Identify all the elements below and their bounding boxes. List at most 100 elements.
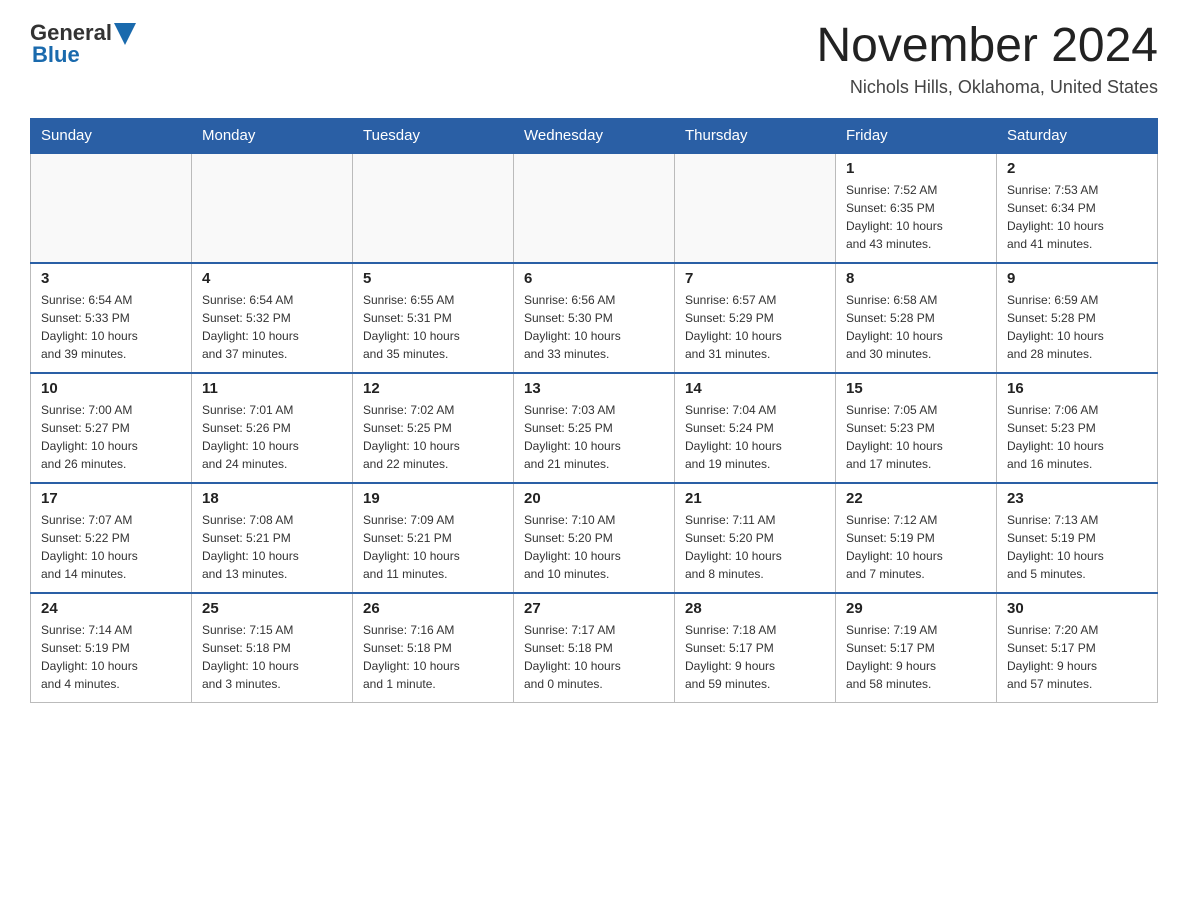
weekday-header-monday: Monday xyxy=(192,118,353,153)
calendar-cell: 27 Sunrise: 7:17 AM Sunset: 5:18 PM Dayli… xyxy=(514,593,675,703)
calendar-cell: 20Sunrise: 7:10 AM Sunset: 5:20 PM Dayli… xyxy=(514,483,675,593)
calendar-cell: 9 Sunrise: 6:59 AM Sunset: 5:28 PM Daylig… xyxy=(997,263,1158,373)
day-number: 1 xyxy=(846,160,986,177)
header: General Blue November 2024 Nichols Hills… xyxy=(30,20,1158,98)
day-info: Sunrise: 7:11 AM Sunset: 5:20 PM Dayligh… xyxy=(685,511,825,583)
day-number: 26 xyxy=(363,600,503,617)
calendar-table: SundayMondayTuesdayWednesdayThursdayFrid… xyxy=(30,118,1158,704)
week-row-3: 10Sunrise: 7:00 AM Sunset: 5:27 PM Dayli… xyxy=(31,373,1158,483)
calendar-cell: 12 Sunrise: 7:02 AM Sunset: 5:25 PM Dayli… xyxy=(353,373,514,483)
day-number: 3 xyxy=(41,270,181,287)
day-number: 22 xyxy=(846,490,986,507)
day-info: Sunrise: 7:04 AM Sunset: 5:24 PM Dayligh… xyxy=(685,401,825,473)
calendar-cell: 29Sunrise: 7:19 AM Sunset: 5:17 PM Dayli… xyxy=(836,593,997,703)
day-number: 9 xyxy=(1007,270,1147,287)
day-info: Sunrise: 7:00 AM Sunset: 5:27 PM Dayligh… xyxy=(41,401,181,473)
day-number: 11 xyxy=(202,380,342,397)
day-number: 15 xyxy=(846,380,986,397)
calendar-cell: 7 Sunrise: 6:57 AM Sunset: 5:29 PM Daylig… xyxy=(675,263,836,373)
day-info: Sunrise: 6:54 AM Sunset: 5:32 PM Dayligh… xyxy=(202,291,342,363)
weekday-header-sunday: Sunday xyxy=(31,118,192,153)
calendar-cell: 13 Sunrise: 7:03 AM Sunset: 5:25 PM Dayli… xyxy=(514,373,675,483)
day-number: 4 xyxy=(202,270,342,287)
calendar-cell: 6 Sunrise: 6:56 AM Sunset: 5:30 PM Daylig… xyxy=(514,263,675,373)
day-number: 27 xyxy=(524,600,664,617)
month-title: November 2024 xyxy=(816,20,1158,73)
calendar-cell: 11Sunrise: 7:01 AM Sunset: 5:26 PM Dayli… xyxy=(192,373,353,483)
calendar-cell: 2 Sunrise: 7:53 AM Sunset: 6:34 PM Daylig… xyxy=(997,153,1158,263)
day-number: 16 xyxy=(1007,380,1147,397)
calendar-cell: 1 Sunrise: 7:52 AM Sunset: 6:35 PM Daylig… xyxy=(836,153,997,263)
weekday-header-friday: Friday xyxy=(836,118,997,153)
day-number: 2 xyxy=(1007,160,1147,177)
day-info: Sunrise: 7:19 AM Sunset: 5:17 PM Dayligh… xyxy=(846,621,986,693)
calendar-cell xyxy=(675,153,836,263)
day-info: Sunrise: 6:59 AM Sunset: 5:28 PM Dayligh… xyxy=(1007,291,1147,363)
week-row-1: 1 Sunrise: 7:52 AM Sunset: 6:35 PM Daylig… xyxy=(31,153,1158,263)
week-row-5: 24 Sunrise: 7:14 AM Sunset: 5:19 PM Dayli… xyxy=(31,593,1158,703)
calendar-cell: 8 Sunrise: 6:58 AM Sunset: 5:28 PM Daylig… xyxy=(836,263,997,373)
day-number: 21 xyxy=(685,490,825,507)
calendar-cell: 18 Sunrise: 7:08 AM Sunset: 5:21 PM Dayli… xyxy=(192,483,353,593)
day-info: Sunrise: 6:58 AM Sunset: 5:28 PM Dayligh… xyxy=(846,291,986,363)
calendar-cell: 10Sunrise: 7:00 AM Sunset: 5:27 PM Dayli… xyxy=(31,373,192,483)
day-info: Sunrise: 6:55 AM Sunset: 5:31 PM Dayligh… xyxy=(363,291,503,363)
day-info: Sunrise: 7:13 AM Sunset: 5:19 PM Dayligh… xyxy=(1007,511,1147,583)
calendar-cell: 16 Sunrise: 7:06 AM Sunset: 5:23 PM Dayli… xyxy=(997,373,1158,483)
weekday-header-tuesday: Tuesday xyxy=(353,118,514,153)
calendar-cell: 5Sunrise: 6:55 AM Sunset: 5:31 PM Daylig… xyxy=(353,263,514,373)
weekday-header-saturday: Saturday xyxy=(997,118,1158,153)
week-row-4: 17 Sunrise: 7:07 AM Sunset: 5:22 PM Dayli… xyxy=(31,483,1158,593)
day-info: Sunrise: 7:07 AM Sunset: 5:22 PM Dayligh… xyxy=(41,511,181,583)
weekday-header-row: SundayMondayTuesdayWednesdayThursdayFrid… xyxy=(31,118,1158,153)
location-title: Nichols Hills, Oklahoma, United States xyxy=(816,77,1158,98)
day-info: Sunrise: 6:57 AM Sunset: 5:29 PM Dayligh… xyxy=(685,291,825,363)
calendar-cell: 19 Sunrise: 7:09 AM Sunset: 5:21 PM Dayli… xyxy=(353,483,514,593)
day-info: Sunrise: 7:12 AM Sunset: 5:19 PM Dayligh… xyxy=(846,511,986,583)
day-number: 6 xyxy=(524,270,664,287)
day-number: 28 xyxy=(685,600,825,617)
day-info: Sunrise: 6:56 AM Sunset: 5:30 PM Dayligh… xyxy=(524,291,664,363)
day-number: 7 xyxy=(685,270,825,287)
calendar-cell: 26Sunrise: 7:16 AM Sunset: 5:18 PM Dayli… xyxy=(353,593,514,703)
calendar-cell: 17 Sunrise: 7:07 AM Sunset: 5:22 PM Dayli… xyxy=(31,483,192,593)
calendar-cell: 25Sunrise: 7:15 AM Sunset: 5:18 PM Dayli… xyxy=(192,593,353,703)
calendar-cell xyxy=(31,153,192,263)
day-info: Sunrise: 7:14 AM Sunset: 5:19 PM Dayligh… xyxy=(41,621,181,693)
weekday-header-wednesday: Wednesday xyxy=(514,118,675,153)
day-info: Sunrise: 7:17 AM Sunset: 5:18 PM Dayligh… xyxy=(524,621,664,693)
day-number: 30 xyxy=(1007,600,1147,617)
weekday-header-thursday: Thursday xyxy=(675,118,836,153)
logo-blue-text: Blue xyxy=(32,42,80,68)
calendar-cell: 22 Sunrise: 7:12 AM Sunset: 5:19 PM Dayli… xyxy=(836,483,997,593)
title-area: November 2024 Nichols Hills, Oklahoma, U… xyxy=(816,20,1158,98)
day-info: Sunrise: 7:08 AM Sunset: 5:21 PM Dayligh… xyxy=(202,511,342,583)
day-info: Sunrise: 7:53 AM Sunset: 6:34 PM Dayligh… xyxy=(1007,181,1147,253)
calendar-cell: 23 Sunrise: 7:13 AM Sunset: 5:19 PM Dayli… xyxy=(997,483,1158,593)
day-info: Sunrise: 7:10 AM Sunset: 5:20 PM Dayligh… xyxy=(524,511,664,583)
calendar-cell: 30Sunrise: 7:20 AM Sunset: 5:17 PM Dayli… xyxy=(997,593,1158,703)
day-info: Sunrise: 7:02 AM Sunset: 5:25 PM Dayligh… xyxy=(363,401,503,473)
day-number: 14 xyxy=(685,380,825,397)
day-number: 13 xyxy=(524,380,664,397)
day-info: Sunrise: 7:52 AM Sunset: 6:35 PM Dayligh… xyxy=(846,181,986,253)
day-number: 8 xyxy=(846,270,986,287)
day-info: Sunrise: 7:05 AM Sunset: 5:23 PM Dayligh… xyxy=(846,401,986,473)
calendar-cell: 14 Sunrise: 7:04 AM Sunset: 5:24 PM Dayli… xyxy=(675,373,836,483)
day-info: Sunrise: 7:09 AM Sunset: 5:21 PM Dayligh… xyxy=(363,511,503,583)
calendar-cell: 4 Sunrise: 6:54 AM Sunset: 5:32 PM Daylig… xyxy=(192,263,353,373)
calendar-cell: 28 Sunrise: 7:18 AM Sunset: 5:17 PM Dayli… xyxy=(675,593,836,703)
day-number: 19 xyxy=(363,490,503,507)
day-number: 24 xyxy=(41,600,181,617)
day-number: 12 xyxy=(363,380,503,397)
day-info: Sunrise: 7:15 AM Sunset: 5:18 PM Dayligh… xyxy=(202,621,342,693)
day-number: 23 xyxy=(1007,490,1147,507)
calendar-cell xyxy=(514,153,675,263)
day-number: 18 xyxy=(202,490,342,507)
day-info: Sunrise: 7:03 AM Sunset: 5:25 PM Dayligh… xyxy=(524,401,664,473)
calendar-cell: 3Sunrise: 6:54 AM Sunset: 5:33 PM Daylig… xyxy=(31,263,192,373)
day-number: 17 xyxy=(41,490,181,507)
day-info: Sunrise: 7:18 AM Sunset: 5:17 PM Dayligh… xyxy=(685,621,825,693)
day-info: Sunrise: 7:06 AM Sunset: 5:23 PM Dayligh… xyxy=(1007,401,1147,473)
logo-triangle-icon xyxy=(114,23,136,45)
